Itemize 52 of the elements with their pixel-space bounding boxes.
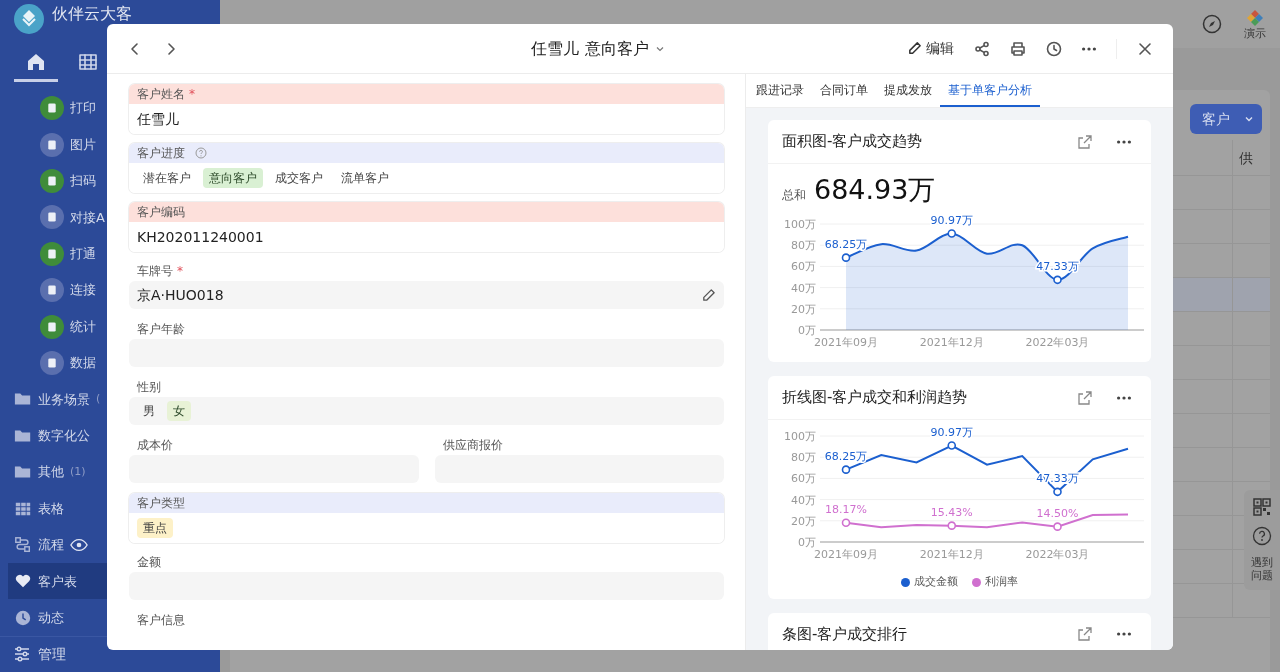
summary-value: 684.93万	[814, 173, 936, 207]
axis-label: 2021年09月	[814, 548, 878, 561]
axis-label: 40万	[791, 493, 816, 507]
field-label: 成本价	[137, 437, 173, 454]
field-label: 供应商报价	[442, 437, 503, 454]
field-label: 客户年龄	[137, 321, 185, 338]
axis-label: 0万	[798, 536, 816, 549]
axis-label: 2022年03月	[1025, 548, 1090, 561]
field-label: 客户姓名	[137, 86, 185, 103]
axis-label: 0万	[798, 324, 816, 337]
category-tag: 重点	[137, 518, 173, 538]
item-count: (1)	[70, 463, 86, 480]
axis-label: 100万	[784, 430, 816, 443]
field-value: KH202011240001	[137, 227, 265, 247]
axis-label: 80万	[791, 451, 816, 465]
field-label: 客户进度	[137, 145, 185, 162]
data-label: 18.17%	[825, 502, 867, 516]
axis-label: 2021年12月	[919, 336, 984, 349]
data-label: 14.50%	[1036, 506, 1079, 520]
field-label: 性别	[137, 379, 161, 396]
data-label: 68.25万	[824, 449, 868, 463]
required-mark: *	[189, 86, 195, 103]
axis-label: 60万	[791, 472, 816, 486]
column-header: 供	[1232, 140, 1270, 175]
summary-label: 总和	[782, 187, 806, 204]
axis-label: 20万	[791, 302, 816, 316]
field-label: 客户类型	[137, 495, 185, 512]
card-title: 条图-客户成交排行	[782, 623, 909, 645]
axis-label: 60万	[791, 260, 816, 274]
field-label: 客户编码	[137, 204, 185, 221]
field-value: 京A·HUO018	[137, 285, 225, 305]
field-label: 金额	[137, 554, 161, 571]
item-count: (	[96, 391, 101, 408]
card-title: 面积图-客户成交趋势	[782, 131, 924, 153]
data-label: 15.43%	[930, 505, 973, 519]
data-label: 90.97万	[930, 425, 973, 439]
required-mark: *	[177, 263, 183, 280]
axis-label: 2022年03月	[1025, 336, 1090, 349]
field-label: 车牌号	[137, 263, 173, 280]
legend-label: 成交金额	[914, 574, 958, 590]
app-name: 伙伴云大客	[52, 4, 132, 24]
axis-label: 100万	[784, 218, 816, 231]
card-title: 折线图-客户成交和利润趋势	[782, 387, 969, 409]
field-label: 客户信息	[137, 612, 185, 629]
field-value: 任雪儿	[137, 109, 180, 129]
legend-label: 利润率	[985, 574, 1018, 590]
axis-label: 40万	[791, 281, 816, 295]
axis-label: 2021年09月	[814, 336, 878, 349]
axis-label: 80万	[791, 239, 816, 253]
axis-label: 20万	[791, 514, 816, 528]
axis-label: 2021年12月	[919, 548, 984, 561]
data-label: 90.97万	[930, 213, 973, 227]
